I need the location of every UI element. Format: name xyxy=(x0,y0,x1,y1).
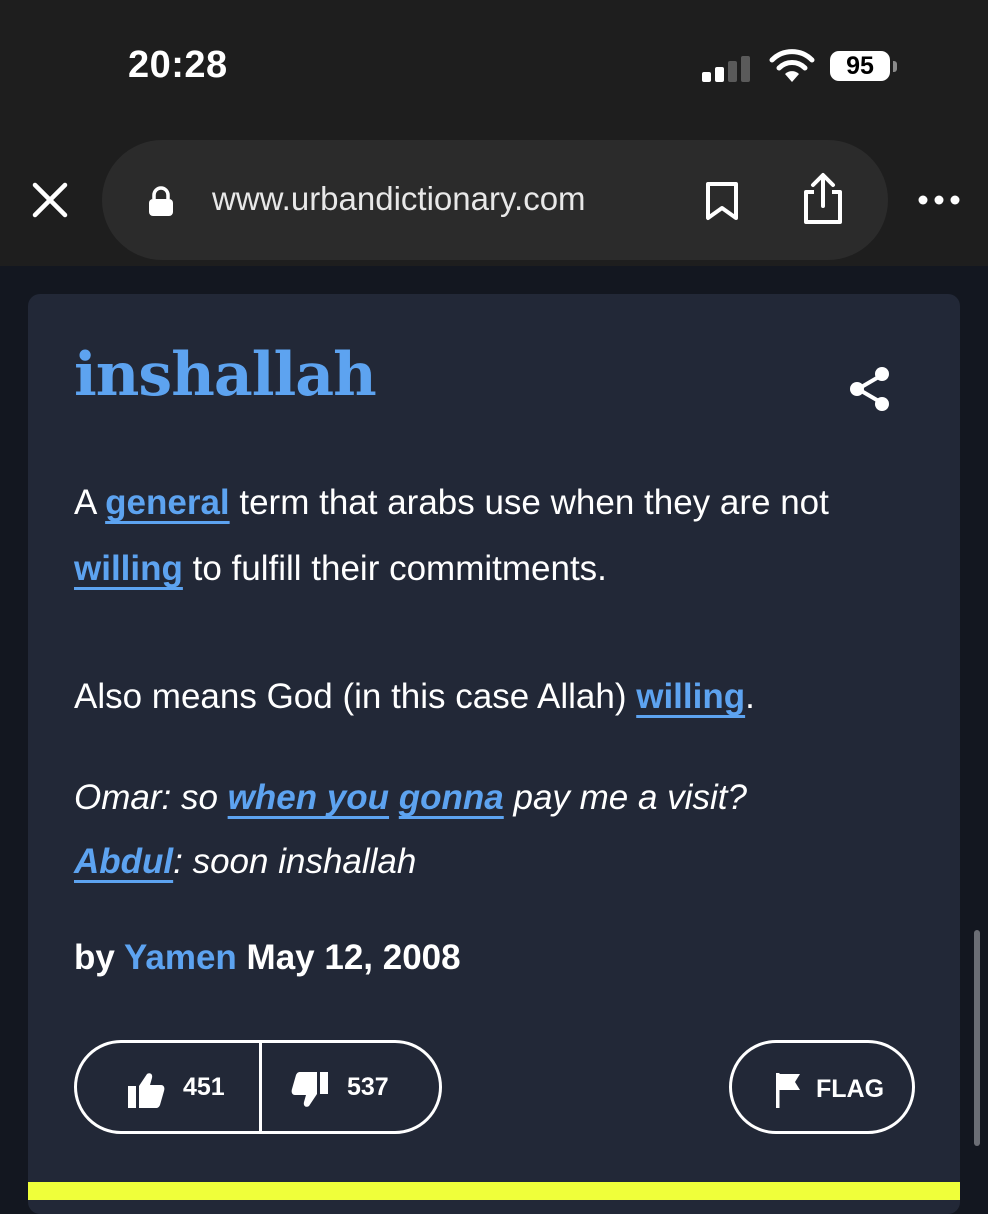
downvote-count: 537 xyxy=(347,1073,389,1101)
status-time: 20:28 xyxy=(128,44,228,86)
vote-divider xyxy=(259,1040,262,1134)
link-willing-2[interactable]: willing xyxy=(636,677,745,716)
entry-word[interactable]: inshallah xyxy=(74,340,377,410)
thumbs-down-icon[interactable] xyxy=(291,1071,329,1109)
bookmark-icon[interactable] xyxy=(704,181,740,221)
wifi-icon xyxy=(769,49,815,82)
example-line-2: Abdul: soon inshallah xyxy=(74,842,417,881)
flag-label: FLAG xyxy=(816,1075,885,1103)
more-icon[interactable] xyxy=(916,190,962,210)
close-icon[interactable] xyxy=(30,180,70,220)
link-abdul[interactable]: Abdul xyxy=(74,842,173,881)
example-text: Omar: so when you gonna pay me a visit? … xyxy=(74,766,924,894)
thumbs-up-icon[interactable] xyxy=(127,1071,165,1109)
entry-date: May 12, 2008 xyxy=(246,938,461,977)
byline-by: by xyxy=(74,938,115,977)
share-node-icon[interactable] xyxy=(846,364,894,414)
signal-icon xyxy=(702,56,750,82)
link-when-you[interactable]: when you xyxy=(228,778,389,817)
definition-paragraph-2: Also means God (in this case Allah) will… xyxy=(74,677,755,716)
url-text[interactable]: www.urbandictionary.com xyxy=(212,180,586,218)
link-gonna[interactable]: gonna xyxy=(399,778,504,817)
author-link[interactable]: Yamen xyxy=(124,938,237,977)
share-icon[interactable] xyxy=(800,170,846,226)
scrollbar[interactable] xyxy=(974,930,980,1146)
byline: by Yamen May 12, 2008 xyxy=(74,938,461,978)
vote-buttons: 451 537 xyxy=(74,1040,442,1134)
battery-icon: 95 xyxy=(830,51,898,83)
link-general[interactable]: general xyxy=(105,483,230,522)
lock-icon xyxy=(149,186,173,216)
next-card-edge xyxy=(28,1182,960,1200)
example-line-1: Omar: so when you gonna pay me a visit? xyxy=(74,778,747,817)
battery-level: 95 xyxy=(830,51,890,81)
definition-paragraph: A general term that arabs use when they … xyxy=(74,483,829,588)
upvote-count: 451 xyxy=(183,1073,225,1101)
flag-button[interactable]: FLAG xyxy=(729,1040,915,1134)
flag-icon xyxy=(776,1073,800,1108)
link-willing[interactable]: willing xyxy=(74,549,183,588)
